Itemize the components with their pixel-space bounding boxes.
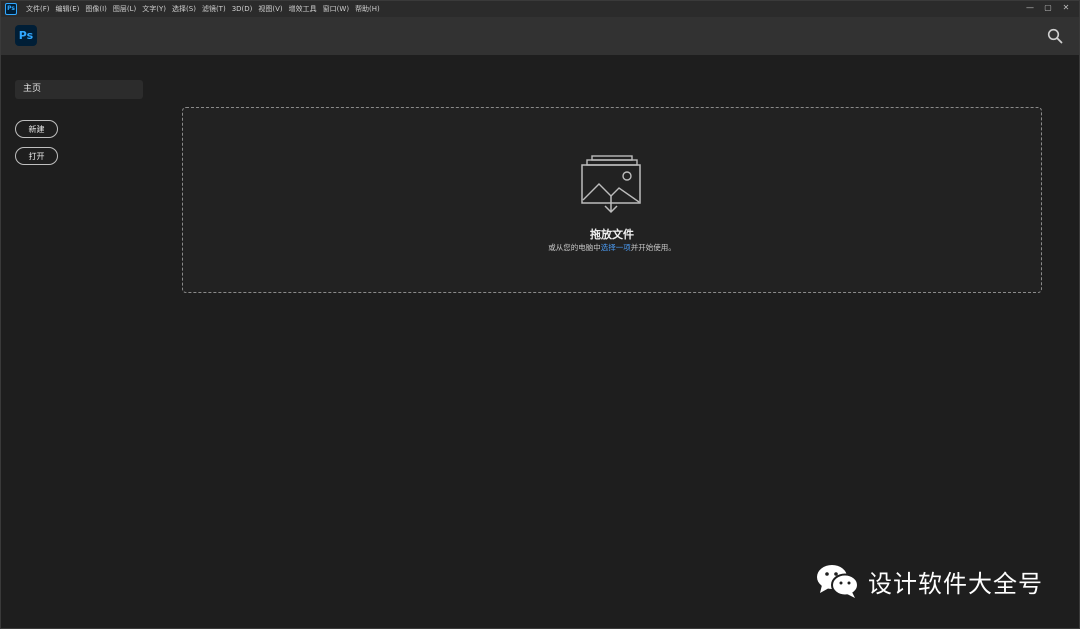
menu-file[interactable]: 文件(F) <box>23 1 53 17</box>
wechat-icon <box>816 563 860 599</box>
menu-help[interactable]: 帮助(H) <box>352 1 383 17</box>
menu-select[interactable]: 选择(S) <box>169 1 199 17</box>
app-header: Ps <box>1 17 1079 55</box>
watermark-text: 设计软件大全号 <box>868 569 1043 598</box>
maximize-button[interactable]: ▢ <box>1039 1 1057 15</box>
app-icon: Ps <box>5 3 17 15</box>
window-controls: — ▢ ✕ <box>1021 1 1075 15</box>
image-stack-icon <box>581 154 643 216</box>
menu-plugins[interactable]: 增效工具 <box>286 1 320 17</box>
menu-layer[interactable]: 图层(L) <box>110 1 139 17</box>
drop-sub-suffix: 并开始使用。 <box>630 243 676 252</box>
ps-logo: Ps <box>15 25 37 46</box>
search-icon[interactable] <box>1047 28 1063 44</box>
menu-view[interactable]: 视图(V) <box>255 1 285 17</box>
sidebar-item-home[interactable]: 主页 <box>15 80 143 99</box>
menu-edit[interactable]: 编辑(E) <box>53 1 83 17</box>
drop-sub-prefix: 或从您的电脑中 <box>548 243 601 252</box>
menu-image[interactable]: 图像(I) <box>82 1 110 17</box>
menu-3d[interactable]: 3D(D) <box>229 1 256 17</box>
menu-window[interactable]: 窗口(W) <box>320 1 352 17</box>
close-button[interactable]: ✕ <box>1057 1 1075 15</box>
photoshop-home-window: Ps 文件(F) 编辑(E) 图像(I) 图层(L) 文字(Y) 选择(S) 滤… <box>0 0 1080 629</box>
select-file-link[interactable]: 选择一项 <box>601 243 631 252</box>
menu-filter[interactable]: 滤镜(T) <box>199 1 229 17</box>
drop-subtitle: 或从您的电脑中选择一项并开始使用。 <box>183 242 1041 253</box>
drop-title: 拖放文件 <box>590 228 634 241</box>
menu-items: 文件(F) 编辑(E) 图像(I) 图层(L) 文字(Y) 选择(S) 滤镜(T… <box>23 1 383 17</box>
watermark: 设计软件大全号 <box>816 563 1043 599</box>
open-button[interactable]: 打开 <box>15 147 58 165</box>
menu-bar: Ps 文件(F) 编辑(E) 图像(I) 图层(L) 文字(Y) 选择(S) 滤… <box>1 1 1079 17</box>
drop-zone[interactable]: 拖放文件 或从您的电脑中选择一项并开始使用。 <box>182 107 1042 293</box>
minimize-button[interactable]: — <box>1021 1 1039 15</box>
menu-type[interactable]: 文字(Y) <box>139 1 169 17</box>
new-button[interactable]: 新建 <box>15 120 58 138</box>
